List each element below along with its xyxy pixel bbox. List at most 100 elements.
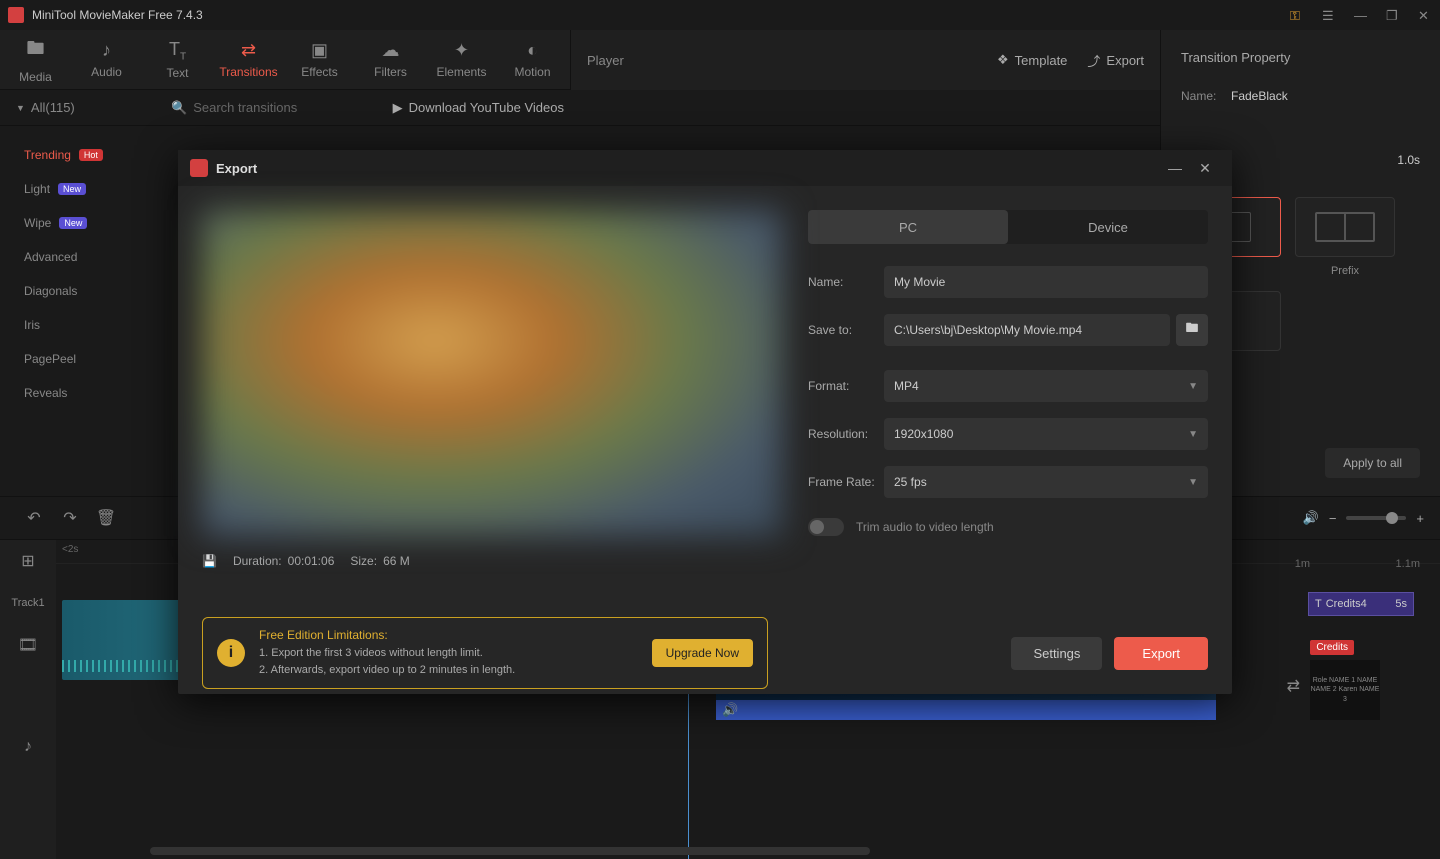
upgrade-button[interactable]: Upgrade Now	[652, 639, 753, 667]
horizontal-scrollbar[interactable]	[150, 847, 870, 855]
tab-elements[interactable]: ✦Elements	[426, 30, 497, 89]
chevron-down-icon: ▼	[1188, 429, 1198, 440]
tab-motion[interactable]: ◐Motion	[497, 30, 568, 89]
resolution-label: Resolution:	[808, 427, 884, 441]
player-label: Player	[587, 53, 624, 68]
save-icon: 💾	[202, 554, 217, 568]
saveto-label: Save to:	[808, 323, 884, 337]
dialog-minimize-button[interactable]: —	[1160, 160, 1190, 176]
framerate-select[interactable]: 25 fps▼	[884, 466, 1208, 498]
settings-button[interactable]: Settings	[1011, 637, 1102, 670]
trim-audio-toggle[interactable]	[808, 518, 844, 536]
export-icon: ⤴	[1087, 51, 1100, 70]
credits-clip[interactable]: TCredits45s	[1308, 592, 1414, 616]
tab-media[interactable]: 🖿Media	[0, 30, 71, 89]
minimize-icon[interactable]: —	[1354, 8, 1368, 22]
sound-icon[interactable]: 🔊	[1303, 510, 1319, 526]
apply-all-button[interactable]: Apply to all	[1325, 448, 1420, 478]
zoom-slider[interactable]	[1346, 516, 1406, 520]
template-icon: ❖	[997, 52, 1009, 68]
sidebar-item-iris[interactable]: Iris	[0, 308, 148, 342]
format-select[interactable]: MP4▼	[884, 370, 1208, 402]
delete-button[interactable]: 🗑	[88, 500, 124, 536]
tab-audio[interactable]: ♪Audio	[71, 30, 142, 89]
new-badge: New	[59, 217, 87, 229]
saveto-input[interactable]: C:\Users\bj\Desktop\My Movie.mp4	[884, 314, 1170, 346]
sidebar-item-light[interactable]: LightNew	[0, 172, 148, 206]
tab-device[interactable]: Device	[1008, 210, 1208, 244]
dialog-title: Export	[216, 161, 1160, 176]
prop-name-value: FadeBlack	[1231, 89, 1288, 103]
track-label: Track1	[0, 582, 56, 624]
download-youtube-button[interactable]: ▶Download YouTube Videos	[393, 100, 564, 116]
zoom-out-button[interactable]: −	[1329, 511, 1337, 526]
transitions-icon: ⇄	[241, 40, 256, 61]
browse-button[interactable]: 🖿	[1176, 314, 1208, 346]
sidebar-item-diagonals[interactable]: Diagonals	[0, 274, 148, 308]
sidebar-item-trending[interactable]: TrendingHot	[0, 138, 148, 172]
export-dialog: Export — ✕ 💾 Duration: 00:01:06 Size: 66…	[178, 150, 1232, 694]
sidebar-item-reveals[interactable]: Reveals	[0, 376, 148, 410]
dialog-close-button[interactable]: ✕	[1190, 160, 1220, 177]
key-icon[interactable]: ⚿	[1290, 8, 1304, 22]
audio-track-icon[interactable]: ♪	[0, 726, 56, 768]
zoom-in-button[interactable]: +	[1416, 511, 1424, 526]
player-panel-header: Player ❖Template ⤴Export	[570, 30, 1160, 90]
swap-icon[interactable]: ⇄	[1287, 676, 1300, 696]
category-dropdown[interactable]: ▼All(115)	[16, 100, 161, 115]
chevron-down-icon: ▼	[1188, 381, 1198, 392]
resolution-select[interactable]: 1920x1080▼	[884, 418, 1208, 450]
new-badge: New	[58, 183, 86, 195]
tab-filters[interactable]: ☁Filters	[355, 30, 426, 89]
ruler-11m: 1.1m	[1396, 558, 1420, 570]
redo-button[interactable]: ↷	[52, 500, 88, 536]
sidebar-item-advanced[interactable]: Advanced	[0, 240, 148, 274]
speaker-icon: 🔊	[722, 702, 738, 718]
sidebar-item-pagepeel[interactable]: PagePeel	[0, 342, 148, 376]
tab-pc[interactable]: PC	[808, 210, 1008, 244]
undo-button[interactable]: ↶	[16, 500, 52, 536]
add-track-button[interactable]: ⊞	[0, 540, 56, 582]
app-title: MiniTool MovieMaker Free 7.4.3	[32, 8, 1290, 22]
name-label: Name:	[808, 275, 884, 289]
export-confirm-button[interactable]: Export	[1114, 637, 1208, 670]
duration-value: 00:01:06	[288, 554, 335, 568]
ruler-1m: 1m	[1295, 558, 1310, 570]
size-value: 66 M	[383, 554, 410, 568]
tab-text[interactable]: TTText	[142, 30, 213, 89]
menu-icon[interactable]: ☰	[1322, 8, 1336, 22]
name-input[interactable]: My Movie	[884, 266, 1208, 298]
framerate-label: Frame Rate:	[808, 475, 884, 489]
chevron-down-icon: ▼	[1188, 477, 1198, 488]
chevron-down-icon: ▼	[16, 103, 25, 113]
text-icon: T	[1315, 598, 1322, 610]
size-label: Size:	[350, 554, 377, 568]
property-title: Transition Property	[1181, 50, 1420, 65]
duration-value: 1.0s	[1397, 153, 1420, 167]
limit-title: Free Edition Limitations:	[259, 628, 638, 642]
info-icon: i	[217, 639, 245, 667]
folder-icon: 🖿	[1185, 319, 1198, 341]
app-logo-icon	[8, 7, 24, 23]
export-button[interactable]: ⤴Export	[1087, 51, 1144, 70]
music-icon: ♪	[102, 40, 111, 61]
close-icon[interactable]: ✕	[1418, 8, 1432, 22]
maximize-icon[interactable]: ❐	[1386, 8, 1400, 22]
folder-icon: 🖿	[27, 36, 45, 66]
export-preview	[202, 210, 782, 536]
limit-line-2: 2. Afterwards, export video up to 2 minu…	[259, 662, 638, 679]
filters-icon: ☁	[382, 40, 400, 61]
video-track-icon[interactable]: 🎞	[0, 624, 56, 666]
mode-prefix[interactable]: Prefix	[1295, 197, 1395, 277]
duration-label: Duration:	[233, 554, 282, 568]
credits-badge: Credits	[1310, 640, 1354, 655]
credits-thumbnail[interactable]: Role NAME 1 NAME NAME 2 Karen NAME 3	[1310, 660, 1380, 720]
sidebar-item-wipe[interactable]: WipeNew	[0, 206, 148, 240]
category-sidebar: TrendingHot LightNew WipeNew Advanced Di…	[0, 126, 148, 526]
tab-transitions[interactable]: ⇄Transitions	[213, 30, 284, 89]
search-icon: 🔍	[171, 100, 187, 116]
tab-effects[interactable]: ▣Effects	[284, 30, 355, 89]
limit-line-1: 1. Export the first 3 videos without len…	[259, 645, 638, 662]
search-input[interactable]: 🔍Search transitions	[171, 100, 371, 116]
template-button[interactable]: ❖Template	[997, 52, 1067, 68]
